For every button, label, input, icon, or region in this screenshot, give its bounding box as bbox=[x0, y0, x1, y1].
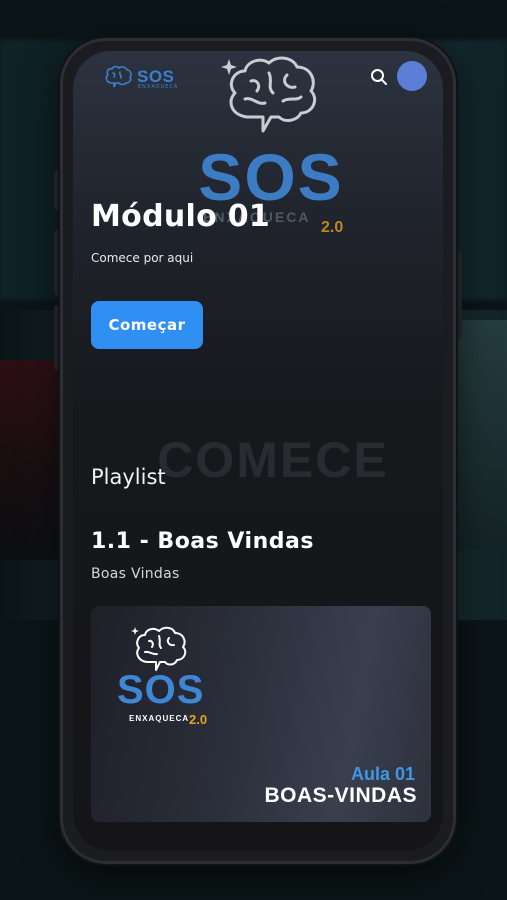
lesson-thumbnail[interactable]: SOS ENXAQUECA 2.0 Aula 01 BOAS-VINDAS bbox=[91, 606, 431, 822]
avatar[interactable] bbox=[397, 61, 427, 91]
thumbnail-caption-main: BOAS-VINDAS bbox=[264, 784, 417, 807]
background-poster-right bbox=[447, 320, 507, 550]
phone-power-button bbox=[456, 250, 462, 340]
brain-icon bbox=[105, 65, 132, 88]
header-logo-subtitle: ENXAQUECA bbox=[138, 84, 179, 90]
playlist-heading: Playlist bbox=[91, 465, 166, 489]
thumbnail-logo-text: SOS bbox=[117, 668, 205, 712]
page-subtitle: Comece por aqui bbox=[91, 251, 194, 265]
search-button[interactable] bbox=[365, 63, 393, 91]
thumbnail-logo-version: 2.0 bbox=[189, 712, 208, 727]
lesson-subtitle: Boas Vindas bbox=[91, 566, 180, 582]
thumbnail-caption-top: Aula 01 bbox=[350, 764, 415, 784]
search-icon bbox=[371, 69, 387, 85]
phone-frame: SOS ENXAQUECA 2.0 SOS ENXAQUECA Módulo 0… bbox=[60, 38, 456, 864]
app-header: SOS ENXAQUECA bbox=[73, 51, 443, 111]
page-title: Módulo 01 bbox=[91, 199, 271, 234]
lesson-title[interactable]: 1.1 - Boas Vindas bbox=[91, 529, 314, 554]
thumbnail-logo-subtitle: ENXAQUECA bbox=[129, 714, 190, 723]
background-poster-left bbox=[0, 360, 65, 560]
app-screen: SOS ENXAQUECA 2.0 SOS ENXAQUECA Módulo 0… bbox=[73, 51, 443, 851]
hero-logo-version: 2.0 bbox=[321, 219, 344, 236]
start-button[interactable]: Começar bbox=[91, 301, 203, 349]
